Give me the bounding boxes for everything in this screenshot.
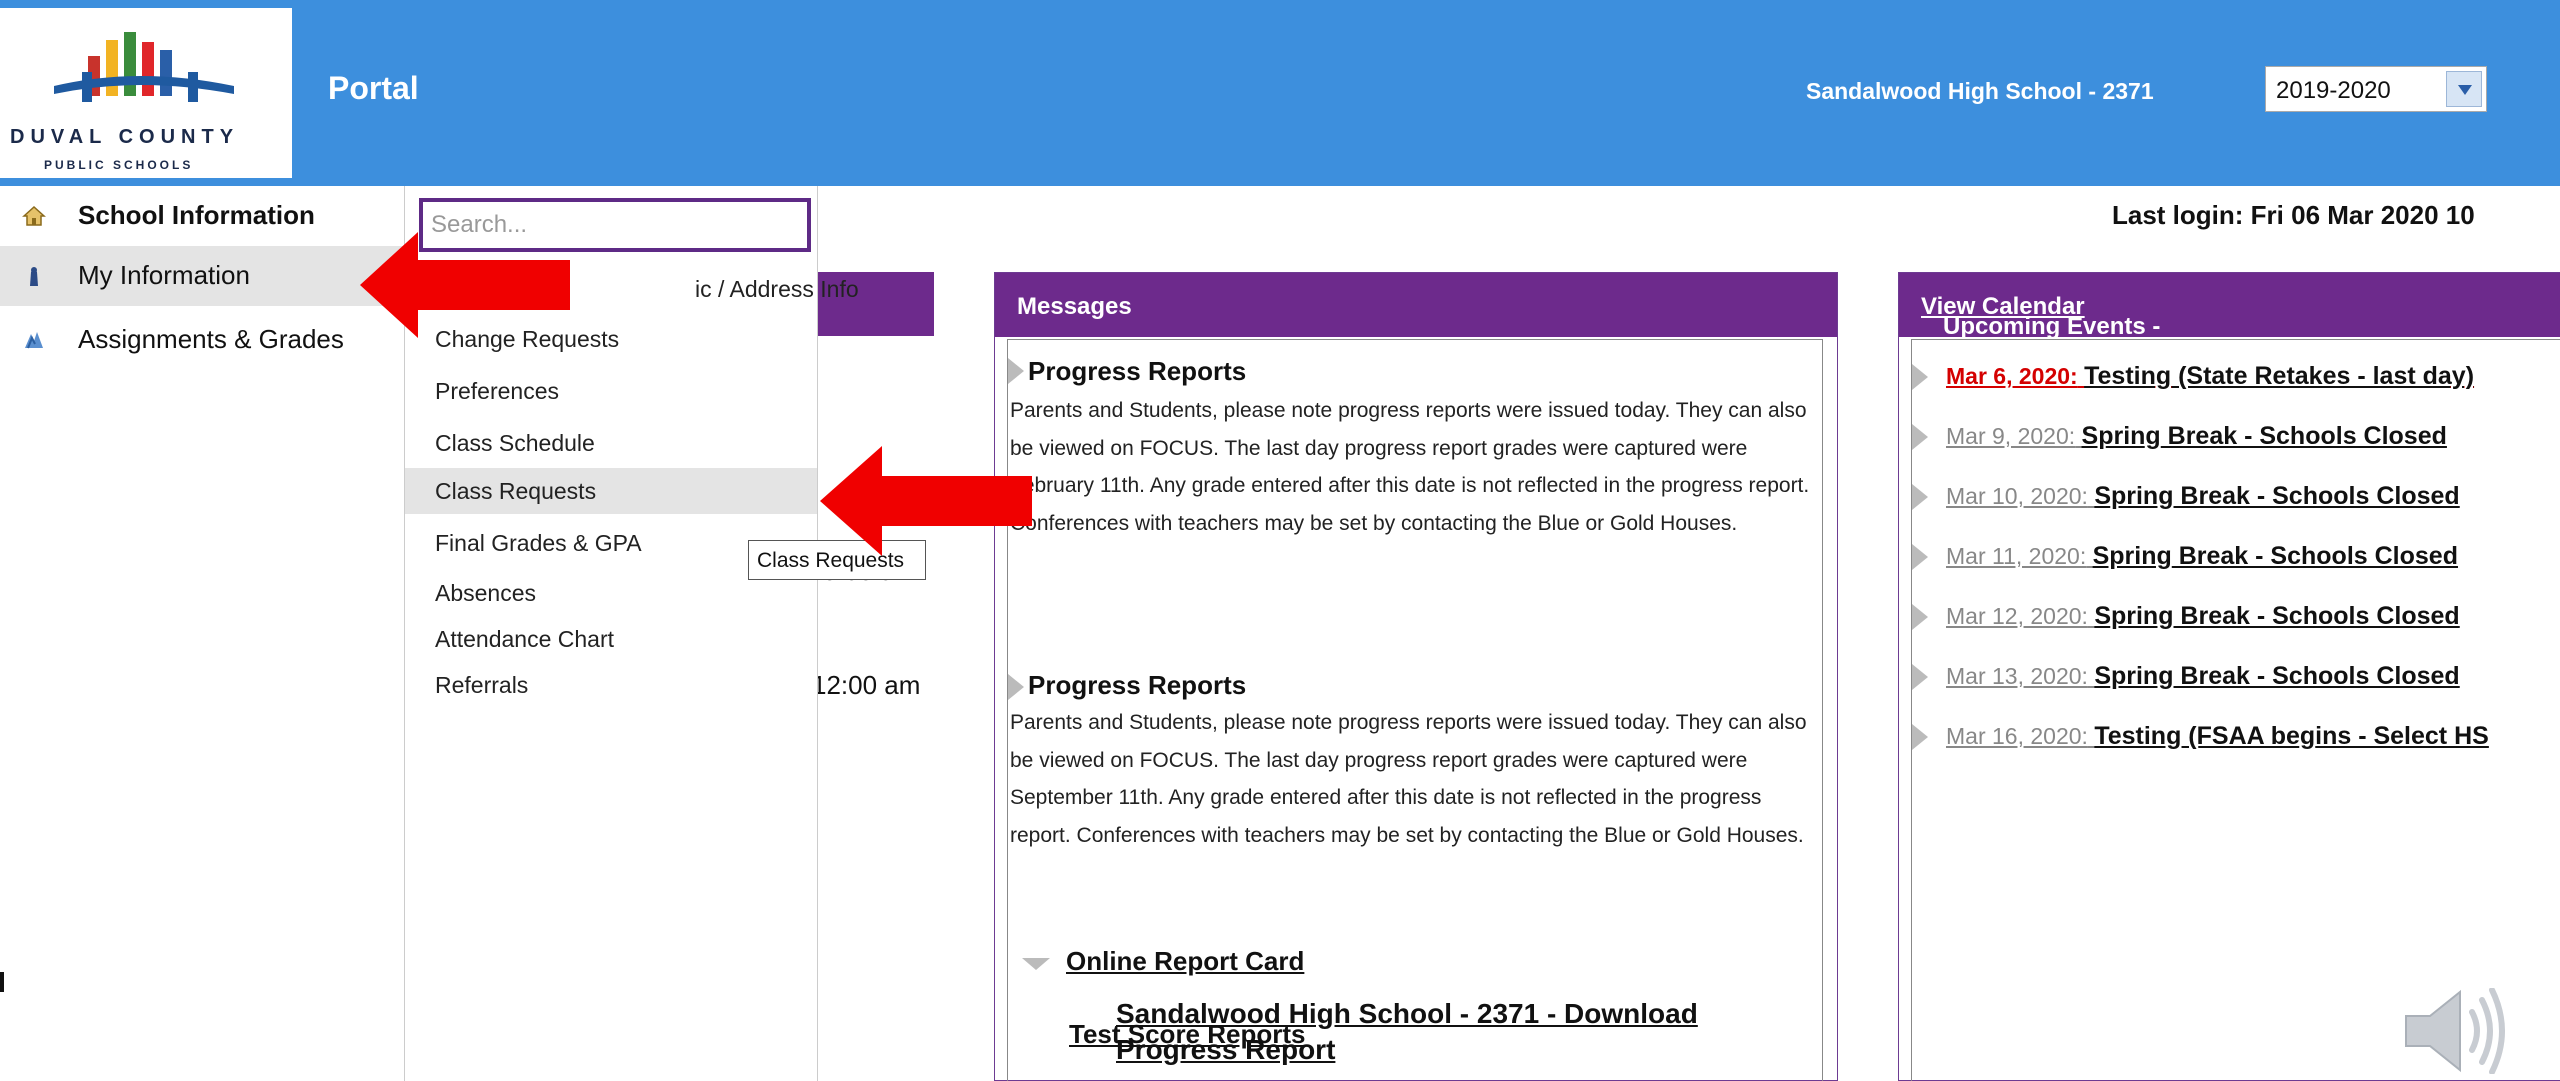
event-row[interactable]: Mar 12, 2020: Spring Break - Schools Clo… — [1912, 596, 2560, 636]
event-date[interactable]: Mar 13, 2020: Spring Break - Schools Clo… — [1946, 662, 2460, 691]
chevron-down-icon[interactable] — [2446, 71, 2482, 107]
messages-panel-header: Messages — [995, 273, 1837, 337]
menu-item-label: ic / Address Info — [695, 276, 859, 302]
event-date[interactable]: Mar 11, 2020: Spring Break - Schools Clo… — [1946, 542, 2458, 571]
speaker-audio-icon[interactable] — [2400, 988, 2508, 1074]
triangle-right-icon — [1912, 484, 1928, 510]
logo-text-schools: PUBLIC SCHOOLS — [44, 158, 194, 172]
sidebar-handle — [0, 972, 4, 992]
messages-panel: Messages Progress Reports Parents and St… — [994, 272, 1838, 1081]
menu-item-label: Preferences — [435, 378, 560, 404]
grades-icon — [25, 332, 43, 349]
events-title-text: Upcoming Events - — [1943, 313, 2161, 340]
event-date[interactable]: Mar 12, 2020: Spring Break - Schools Clo… — [1946, 602, 2460, 631]
event-date[interactable]: Mar 9, 2020: Spring Break - Schools Clos… — [1946, 422, 2447, 451]
menu-item-label: Final Grades & GPA — [435, 530, 642, 556]
menu-item-label: Class Schedule — [435, 430, 595, 456]
message-title[interactable]: Progress Reports — [1028, 356, 1246, 387]
event-row[interactable]: Mar 11, 2020: Spring Break - Schools Clo… — [1912, 536, 2560, 576]
test-score-reports-link[interactable]: Test Score Reports — [1069, 1019, 1305, 1050]
sidebar-item-school-information[interactable]: School Information — [0, 186, 404, 246]
school-year-select[interactable]: 2019-2020 — [2265, 66, 2487, 112]
events-body: Mar 6, 2020: Testing (State Retakes - la… — [1911, 339, 2560, 1081]
event-name[interactable]: Spring Break - Schools Closed — [2094, 482, 2459, 510]
online-report-card-link[interactable]: Online Report Card — [1066, 946, 1304, 977]
annotation-arrow-left-icon — [820, 446, 1032, 556]
message-title[interactable]: Progress Reports — [1028, 670, 1246, 701]
schedule-time-2: 12:00 am — [812, 670, 921, 700]
upcoming-events-panel: Upcoming Events - View Calendar Mar 6, 2… — [1898, 272, 2560, 1081]
menu-item-label: Class Requests — [435, 478, 597, 504]
triangle-right-icon — [1912, 724, 1928, 750]
event-row[interactable]: Mar 13, 2020: Spring Break - Schools Clo… — [1912, 656, 2560, 696]
message-body: Parents and Students, please note progre… — [1010, 711, 1807, 847]
sidebar: School Information My Information Assign… — [0, 186, 404, 1081]
event-name[interactable]: Testing (FSAA begins - Select HS — [2094, 722, 2489, 750]
person-icon — [30, 267, 38, 286]
event-row[interactable]: Mar 9, 2020: Spring Break - Schools Clos… — [1912, 416, 2560, 456]
logo-text-duval: DUVAL COUNTY — [10, 126, 240, 148]
event-name[interactable]: Spring Break - Schools Closed — [2093, 542, 2458, 570]
triangle-right-icon — [1912, 544, 1928, 570]
event-name[interactable]: Spring Break - Schools Closed — [2094, 602, 2459, 630]
triangle-right-icon — [1912, 604, 1928, 630]
school-house-icon — [22, 205, 46, 226]
event-date-text: Mar 9, 2020: — [1946, 423, 2076, 449]
triangle-right-icon — [1912, 424, 1928, 450]
district-logo[interactable]: DUVAL COUNTY PUBLIC SCHOOLS — [0, 8, 292, 178]
menu-item-label: Referrals — [435, 672, 529, 698]
menu-item-preferences[interactable]: Preferences — [405, 368, 817, 414]
events-panel-header: Upcoming Events - View Calendar — [1899, 273, 2560, 340]
triangle-right-icon[interactable] — [1008, 358, 1024, 384]
event-name[interactable]: Spring Break - Schools Closed — [2094, 662, 2459, 690]
event-row[interactable]: Mar 16, 2020: Testing (FSAA begins - Sel… — [1912, 716, 2560, 756]
event-row[interactable]: Mar 6, 2020: Testing (State Retakes - la… — [1912, 356, 2560, 396]
message-body: Parents and Students, please note progre… — [1010, 399, 1810, 535]
event-date[interactable]: Mar 16, 2020: Testing (FSAA begins - Sel… — [1946, 722, 2489, 751]
annotation-arrow-left-icon — [360, 232, 570, 338]
menu-item-class-requests[interactable]: Class Requests — [405, 468, 817, 514]
school-name: Sandalwood High School - 2371 — [1806, 78, 2154, 104]
school-year-value: 2019-2020 — [2276, 77, 2391, 104]
last-login-text: Last login: Fri 06 Mar 2020 10 — [2112, 200, 2475, 230]
messages-body: Progress Reports Parents and Students, p… — [1007, 339, 1823, 1081]
event-name[interactable]: Testing (State Retakes - last day) — [2084, 362, 2474, 390]
event-date-text: Mar 16, 2020: — [1946, 723, 2088, 749]
event-date[interactable]: Mar 10, 2020: Spring Break - Schools Clo… — [1946, 482, 2460, 511]
triangle-right-icon[interactable] — [1008, 674, 1024, 700]
menu-item-referrals[interactable]: Referrals — [405, 662, 817, 708]
triangle-right-icon — [1912, 664, 1928, 690]
event-date-text: Mar 6, 2020: — [1946, 363, 2078, 389]
sidebar-item-label: My Information — [78, 260, 250, 290]
event-name[interactable]: Spring Break - Schools Closed — [2082, 422, 2447, 450]
menu-item-attendance-chart[interactable]: Attendance Chart — [405, 616, 817, 662]
triangle-right-icon — [1912, 364, 1928, 390]
sidebar-item-my-information[interactable]: My Information — [0, 246, 404, 306]
event-date-text: Mar 10, 2020: — [1946, 483, 2088, 509]
menu-item-label: Attendance Chart — [435, 626, 615, 652]
event-date[interactable]: Mar 6, 2020: Testing (State Retakes - la… — [1946, 362, 2474, 391]
event-date-text: Mar 12, 2020: — [1946, 603, 2088, 629]
portal-header: DUVAL COUNTY PUBLIC SCHOOLS Portal Sanda… — [0, 0, 2560, 186]
event-date-text: Mar 11, 2020: — [1946, 543, 2087, 569]
events-title: Upcoming Events - View Calendar — [1921, 293, 2160, 340]
app-frame: DUVAL COUNTY PUBLIC SCHOOLS Portal Sanda… — [0, 0, 2560, 1081]
sidebar-item-label: School Information — [78, 200, 315, 230]
logo-graphic-icon — [54, 32, 234, 102]
sidebar-item-label: Assignments & Grades — [78, 324, 344, 354]
sidebar-item-assignments-grades[interactable]: Assignments & Grades — [0, 310, 404, 370]
event-date-text: Mar 13, 2020: — [1946, 663, 2088, 689]
menu-item-class-schedule[interactable]: Class Schedule — [405, 420, 817, 466]
event-row[interactable]: Mar 10, 2020: Spring Break - Schools Clo… — [1912, 476, 2560, 516]
triangle-down-icon[interactable] — [1022, 958, 1050, 970]
menu-item-label: Absences — [435, 580, 537, 606]
messages-title: Messages — [1017, 293, 1132, 320]
portal-title[interactable]: Portal — [328, 70, 419, 107]
